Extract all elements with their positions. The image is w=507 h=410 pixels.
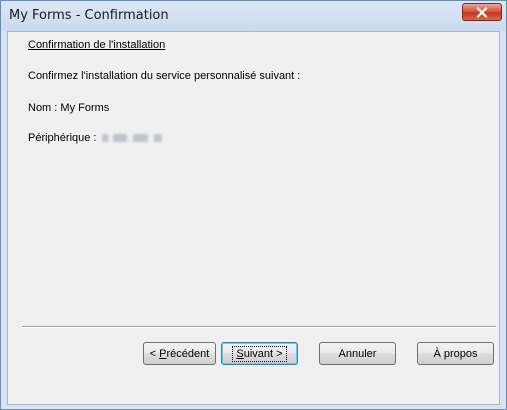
close-button[interactable] [462,3,502,21]
dialog-window: My Forms - Confirmation Confirmation de … [0,0,507,410]
previous-button[interactable]: < Précédent [143,342,216,365]
device-value-redacted [101,134,172,143]
about-button[interactable]: À propos [417,342,494,365]
name-row: Nom : My Forms [28,102,109,114]
device-label: Périphérique : [28,132,100,144]
name-value: My Forms [60,102,110,114]
device-row: Périphérique : [28,132,172,144]
instruction-text: Confirmez l'installation du service pers… [28,70,301,82]
name-label: Nom : [28,102,61,114]
footer-divider [22,326,496,328]
cancel-button[interactable]: Annuler [319,342,396,365]
previous-button-label: < Précédent [149,347,210,360]
title-bar[interactable]: My Forms - Confirmation [1,1,506,31]
next-button-label: Suivant > [232,345,287,362]
next-button[interactable]: Suivant > [221,342,298,365]
window-title: My Forms - Confirmation [9,8,169,23]
section-title: Confirmation de l'installation [28,39,166,51]
close-x-icon [476,6,488,18]
